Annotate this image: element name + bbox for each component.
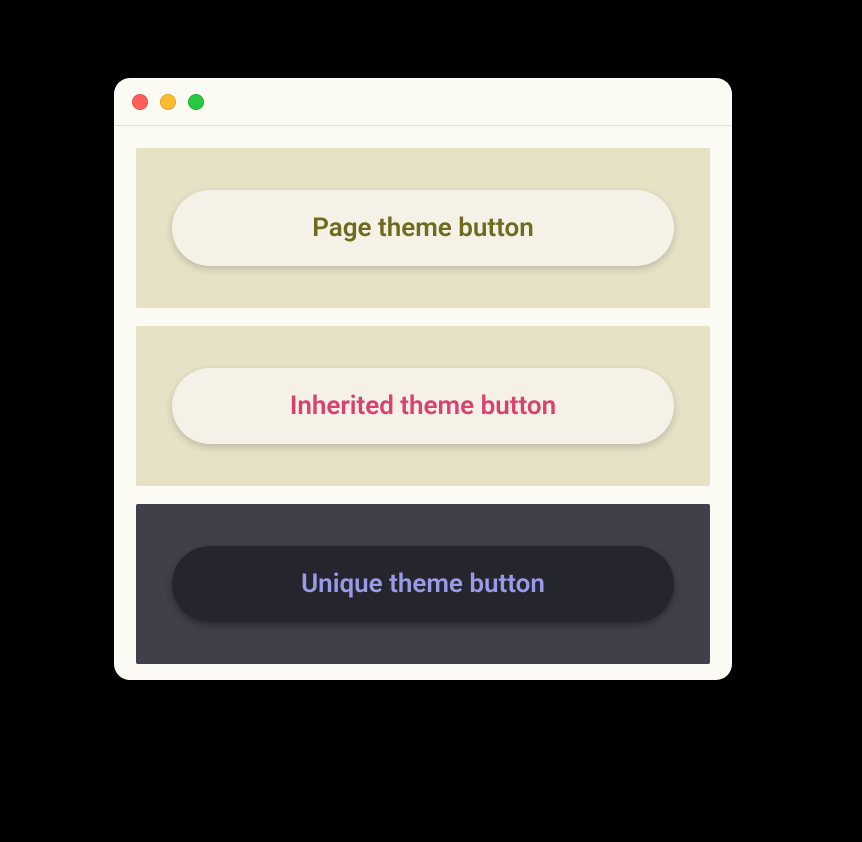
window-titlebar bbox=[114, 78, 732, 126]
button-label: Inherited theme button bbox=[290, 391, 556, 421]
minimize-icon[interactable] bbox=[160, 94, 176, 110]
unique-theme-panel: Unique theme button bbox=[136, 504, 710, 664]
inherited-theme-panel: Inherited theme button bbox=[136, 326, 710, 486]
close-icon[interactable] bbox=[132, 94, 148, 110]
inherited-theme-button[interactable]: Inherited theme button bbox=[172, 368, 674, 444]
page-theme-button[interactable]: Page theme button bbox=[172, 190, 674, 266]
button-label: Page theme button bbox=[312, 213, 534, 243]
unique-theme-button[interactable]: Unique theme button bbox=[172, 546, 674, 622]
maximize-icon[interactable] bbox=[188, 94, 204, 110]
page-theme-panel: Page theme button bbox=[136, 148, 710, 308]
traffic-lights bbox=[132, 94, 204, 110]
app-window: Page theme button Inherited theme button… bbox=[114, 78, 732, 680]
window-content: Page theme button Inherited theme button… bbox=[114, 126, 732, 680]
button-label: Unique theme button bbox=[301, 569, 545, 599]
